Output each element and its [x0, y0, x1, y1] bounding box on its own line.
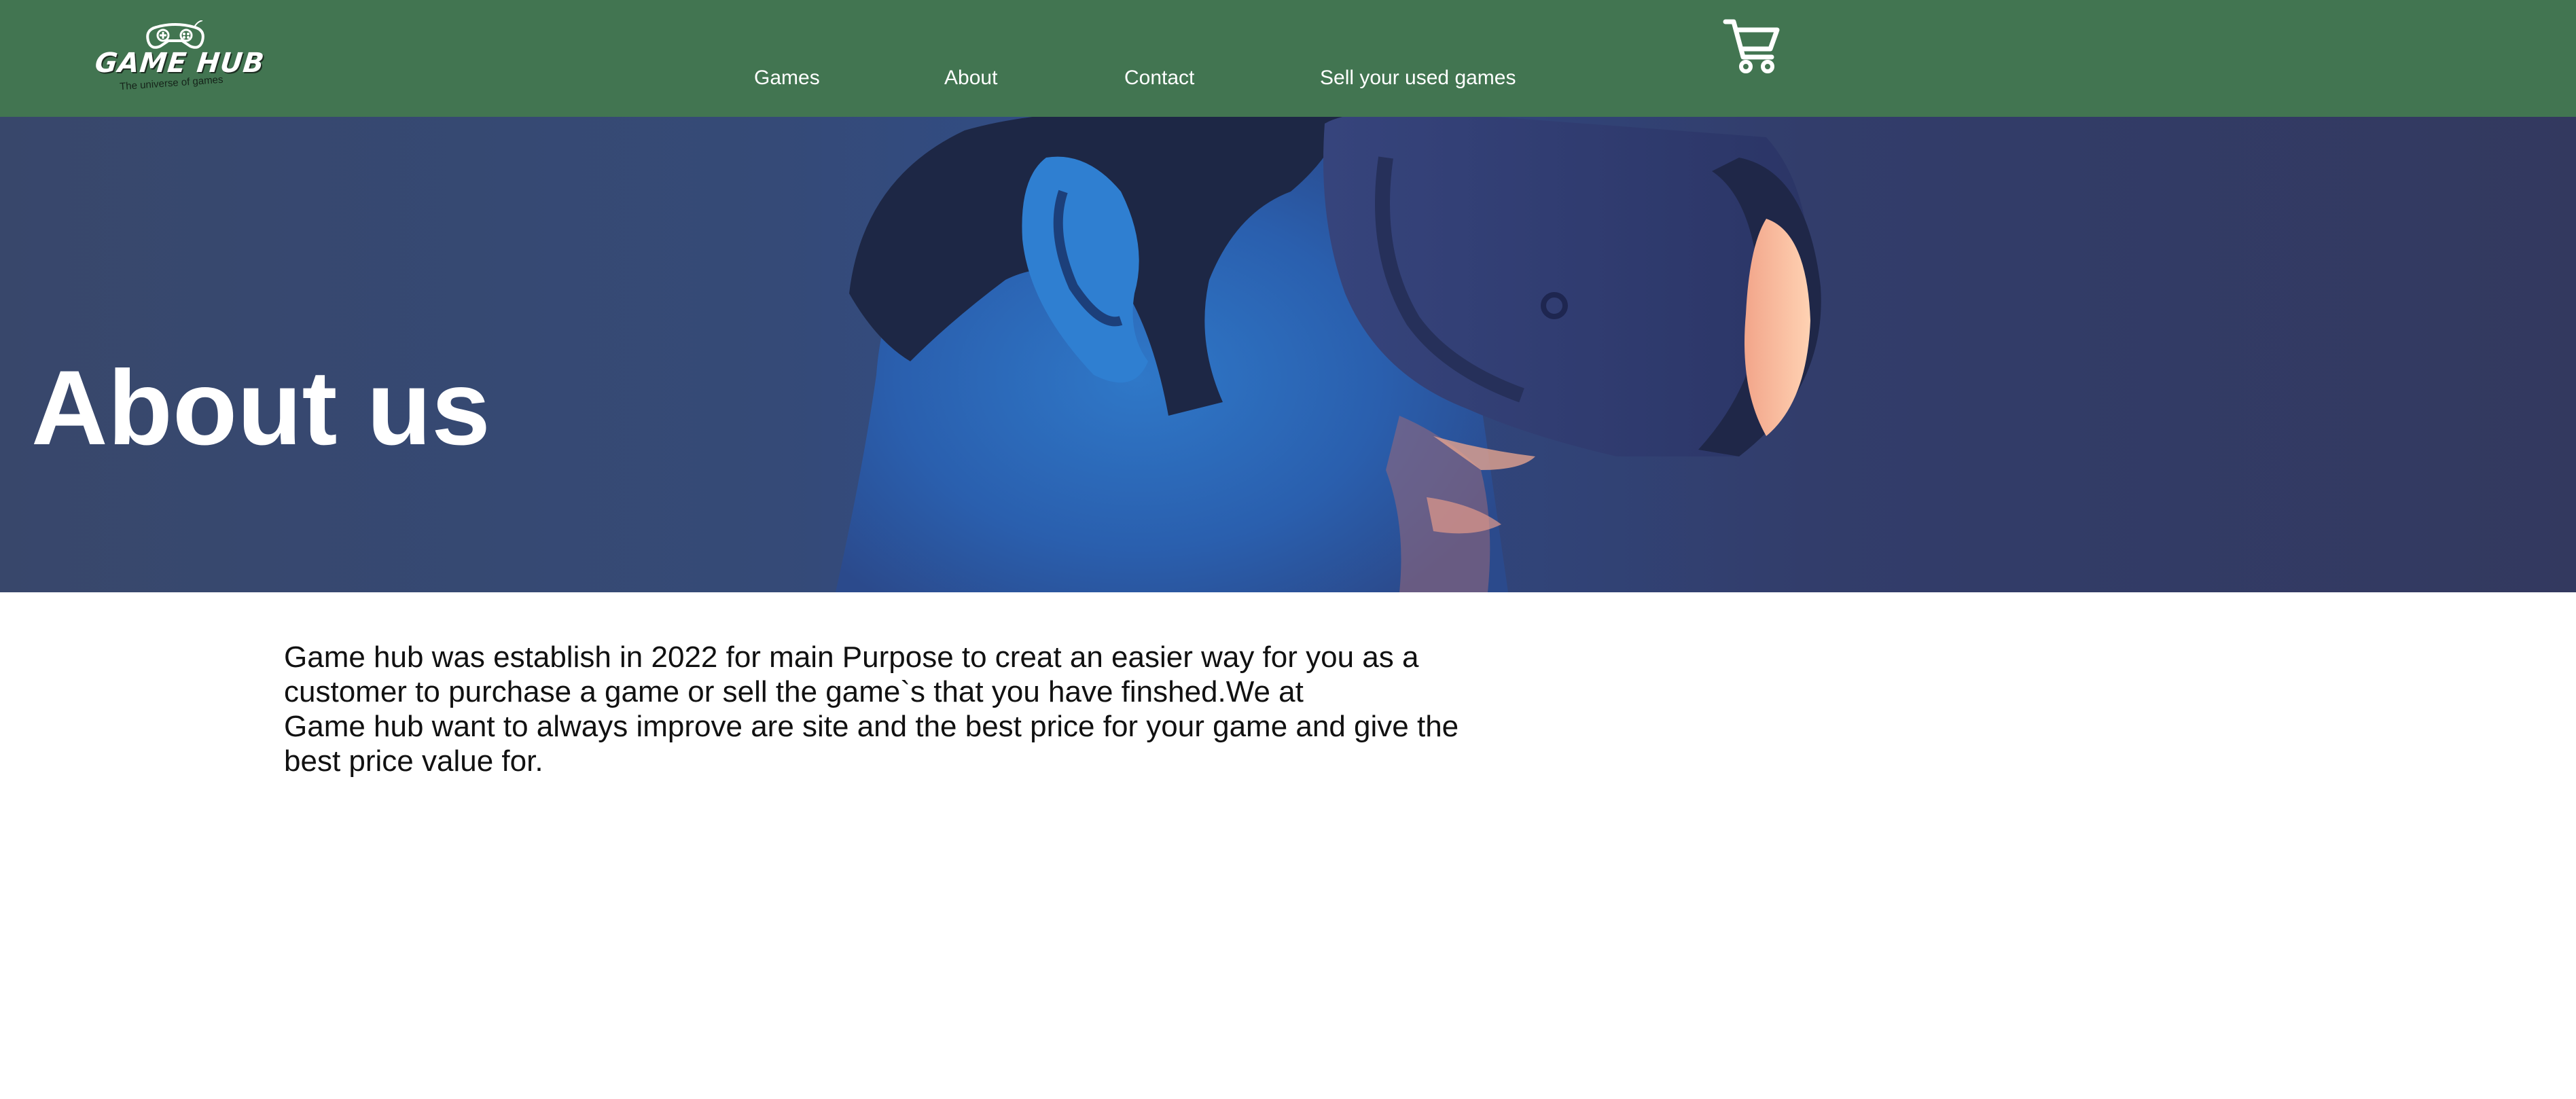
- nav-link-contact[interactable]: Contact: [1124, 67, 1194, 90]
- nav-link-about[interactable]: About: [944, 67, 997, 90]
- site-header: GAME HUB The universe of games Games Abo…: [0, 0, 2576, 117]
- nav-link-games[interactable]: Games: [754, 67, 820, 90]
- cart-icon[interactable]: [1723, 18, 1781, 75]
- nav-link-sell-used-games[interactable]: Sell your used games: [1320, 67, 1516, 90]
- site-logo[interactable]: GAME HUB The universe of games: [93, 16, 266, 98]
- page-title: About us: [31, 348, 490, 467]
- about-description: Game hub was establish in 2022 for main …: [284, 641, 1459, 778]
- logo-title: GAME HUB: [93, 48, 266, 79]
- hero-banner: About us: [0, 117, 2576, 592]
